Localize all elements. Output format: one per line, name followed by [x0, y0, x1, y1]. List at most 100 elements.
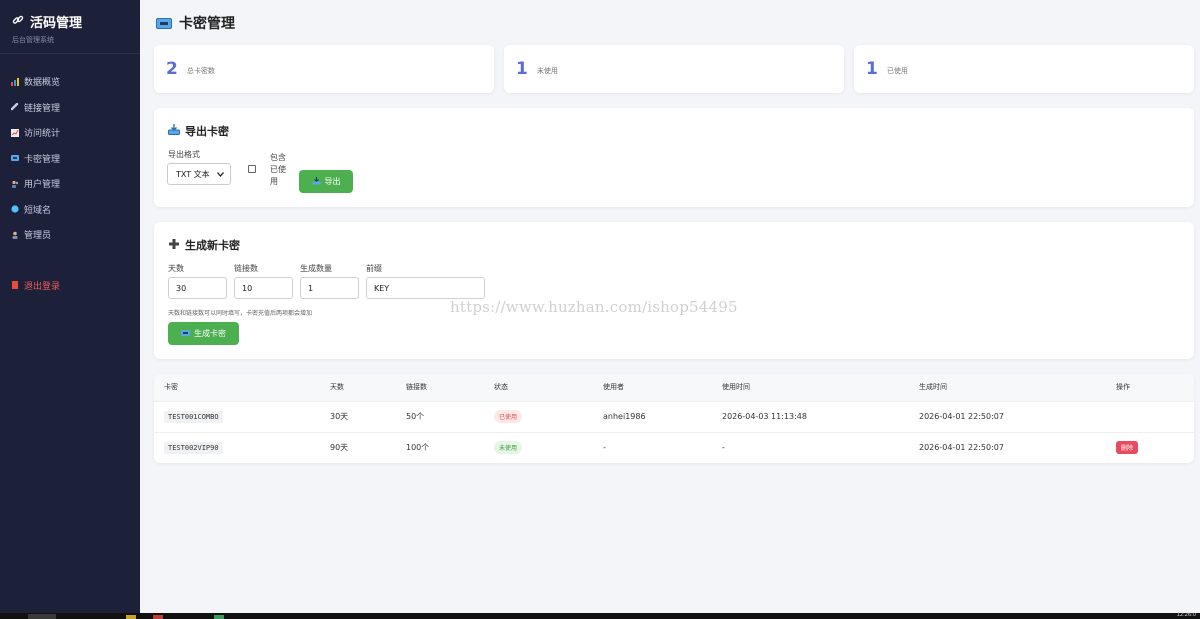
brand-title: 活码管理 [30, 16, 83, 31]
count-label: 生成数量 [300, 264, 332, 273]
card-links: 100个 [396, 431, 484, 463]
table-row: TEST001COMBO 30天 50个 已使用 anhei1986 2026-… [154, 400, 1194, 432]
watermark-text: https://www.huzhan.com/ishop54495 [450, 298, 738, 316]
taskbar-app-icon[interactable] [153, 615, 163, 619]
stat-label: 未使用 [536, 66, 558, 75]
trend-chart-icon [11, 128, 19, 137]
inbox-tray-icon [312, 176, 321, 187]
column-header: 卡密 [154, 374, 320, 401]
column-header: 状态 [484, 374, 593, 401]
stat-label: 总卡密数 [186, 66, 215, 75]
card-created-at: 2026-04-01 22:50:07 [909, 431, 1106, 463]
days-label: 天数 [168, 264, 184, 273]
sidebar-item-short-domain[interactable]: 短域名 [0, 197, 140, 223]
include-used-checkbox[interactable] [248, 165, 256, 173]
count-input[interactable]: 1 [300, 277, 359, 299]
ticket-icon [181, 329, 190, 338]
table-header-row: 卡密 天数 链接数 状态 使用者 使用时间 生成时间 操作 [154, 374, 1194, 401]
sidebar-item-label: 管理员 [24, 231, 52, 242]
logout-button[interactable]: 退出登录 [0, 273, 140, 299]
stat-label: 已使用 [886, 66, 908, 75]
column-header: 链接数 [396, 374, 484, 401]
sidebar-item-admin[interactable]: 管理员 [0, 222, 140, 248]
logout-label: 退出登录 [24, 281, 61, 292]
card-code: TEST001COMBO [164, 411, 223, 423]
taskbar-app-icon[interactable] [28, 614, 56, 619]
card-days: 30天 [320, 400, 396, 432]
plus-icon [168, 238, 180, 253]
ticket-icon [11, 154, 19, 162]
cards-table-card: 卡密 天数 链接数 状态 使用者 使用时间 生成时间 操作 TEST001COM… [154, 374, 1194, 463]
taskbar-clock: 12:26:0 [1176, 612, 1196, 618]
export-format-label: 导出格式 [168, 150, 200, 159]
column-header: 操作 [1106, 374, 1194, 401]
delete-button[interactable]: 删除 [1116, 441, 1139, 455]
prefix-input[interactable]: KEY [366, 277, 485, 299]
column-header: 使用者 [593, 374, 712, 401]
sidebar: 活码管理 后台管理系统 数据概览 链接管理 访问统计 卡密管理 用户管理 短域名 [0, 0, 140, 613]
stat-value: 2 [166, 59, 178, 79]
brand-subtitle: 后台管理系统 [12, 36, 54, 44]
admin-icon [11, 231, 19, 239]
link-icon [11, 103, 19, 111]
days-input[interactable]: 30 [168, 277, 227, 299]
column-header: 使用时间 [712, 374, 909, 401]
status-badge: 已使用 [494, 410, 523, 423]
page-title: 卡密管理 [156, 13, 235, 33]
stat-card-used: 1 已使用 [854, 45, 1194, 93]
ticket-icon [156, 17, 172, 29]
card-user: anhei1986 [593, 400, 712, 432]
generate-title: 生成新卡密 [168, 237, 240, 253]
sidebar-item-label: 卡密管理 [24, 154, 61, 165]
users-icon [11, 180, 19, 188]
stat-value: 1 [866, 59, 878, 79]
sidebar-item-cards[interactable]: 卡密管理 [0, 146, 140, 172]
brand: 活码管理 后台管理系统 [0, 0, 140, 54]
inbox-tray-icon [168, 124, 180, 138]
sidebar-item-users[interactable]: 用户管理 [0, 171, 140, 197]
card-links: 50个 [396, 400, 484, 432]
generate-card: 生成新卡密 天数 30 链接数 10 生成数量 1 前缀 KEY 天数和链接数可… [154, 222, 1194, 359]
generate-hint: 天数和链接数可以同时填写，卡密充值后两项都会增加 [168, 310, 313, 317]
os-taskbar: 12:26:0 [0, 612, 1200, 619]
sidebar-item-label: 链接管理 [24, 103, 61, 114]
sidebar-item-visits[interactable]: 访问统计 [0, 120, 140, 146]
card-used-at: 2026-04-03 11:13:48 [712, 400, 909, 432]
sidebar-item-dashboard[interactable]: 数据概览 [0, 69, 140, 95]
main-content: 卡密管理 2 总卡密数 1 未使用 1 已使用 导出卡密 导出格式 TXT 文本… [140, 0, 1200, 613]
export-title: 导出卡密 [168, 123, 229, 139]
links-label: 链接数 [234, 264, 258, 273]
card-action [1106, 400, 1194, 432]
table-row: TEST002VIP90 90天 100个 未使用 - - 2026-04-01… [154, 431, 1194, 463]
status-badge: 未使用 [494, 441, 523, 455]
sidebar-item-label: 用户管理 [24, 180, 61, 191]
taskbar-app-icon[interactable] [126, 615, 136, 619]
export-format-select[interactable]: TXT 文本 [167, 163, 231, 185]
sidebar-item-label: 短域名 [24, 205, 52, 216]
sidebar-item-links[interactable]: 链接管理 [0, 95, 140, 121]
chevron-down-icon [217, 170, 224, 179]
globe-icon [11, 205, 19, 213]
stat-card-total: 2 总卡密数 [154, 45, 494, 93]
include-used-label: 包含 已使 用 [270, 153, 286, 186]
sidebar-item-label: 数据概览 [24, 78, 61, 89]
cards-table: 卡密 天数 链接数 状态 使用者 使用时间 生成时间 操作 TEST001COM… [154, 374, 1194, 463]
bar-chart-icon [11, 77, 19, 86]
card-created-at: 2026-04-01 22:50:07 [909, 400, 1106, 432]
column-header: 天数 [320, 374, 396, 401]
export-card: 导出卡密 导出格式 TXT 文本 包含 已使 用 导出 [154, 108, 1194, 207]
logout-icon [11, 281, 19, 290]
links-input[interactable]: 10 [234, 277, 293, 299]
prefix-label: 前缀 [366, 264, 382, 273]
stat-value: 1 [516, 59, 528, 79]
card-user: - [593, 431, 712, 463]
card-code: TEST002VIP90 [164, 442, 223, 455]
stat-card-unused: 1 未使用 [504, 45, 844, 93]
generate-button[interactable]: 生成卡密 [168, 322, 239, 345]
link-icon [12, 14, 24, 30]
taskbar-app-icon[interactable] [214, 615, 224, 619]
column-header: 生成时间 [909, 374, 1106, 401]
sidebar-nav: 数据概览 链接管理 访问统计 卡密管理 用户管理 短域名 管理员 退出登录 [0, 69, 140, 298]
sidebar-item-label: 访问统计 [24, 129, 61, 140]
export-button[interactable]: 导出 [299, 170, 353, 193]
